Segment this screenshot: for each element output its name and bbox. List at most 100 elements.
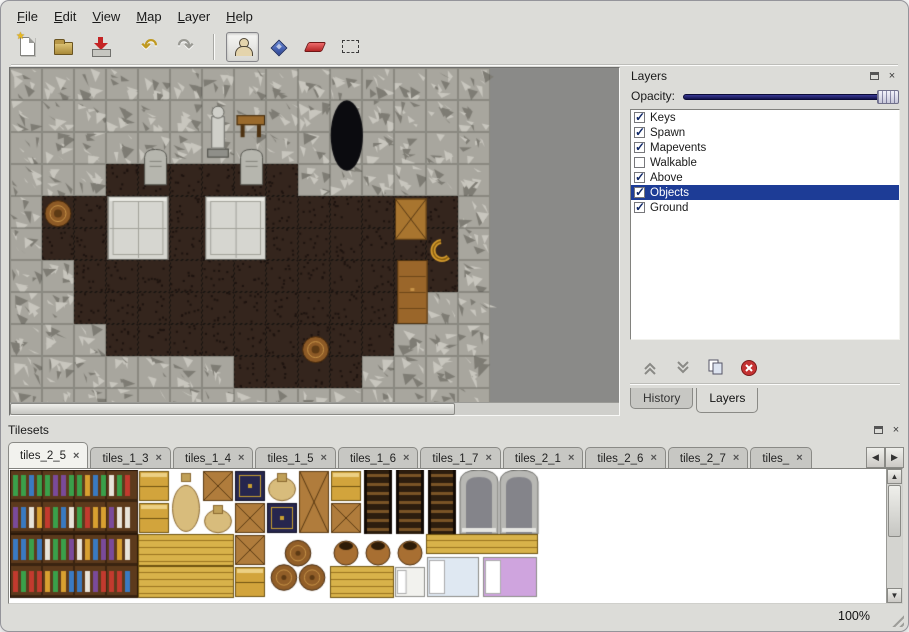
menu-item[interactable]: Edit: [46, 7, 84, 26]
tileset-tab-label: tiles_2_7: [680, 453, 726, 465]
fill-tool-icon: [270, 39, 287, 56]
layer-row[interactable]: Mapevents: [631, 140, 899, 155]
tab-close-icon[interactable]: ×: [650, 453, 656, 464]
tab-close-icon[interactable]: ×: [568, 453, 574, 464]
tab-close-icon[interactable]: ×: [485, 453, 491, 464]
tab-close-icon[interactable]: ×: [403, 453, 409, 464]
redo-icon: ↷: [178, 37, 194, 56]
scroll-down-button[interactable]: ▼: [887, 588, 902, 603]
tileset-tab[interactable]: tiles_1_7 ×: [420, 447, 500, 469]
layer-label: Above: [650, 172, 683, 184]
layer-row[interactable]: Above: [631, 170, 899, 185]
new-file-button[interactable]: [11, 32, 44, 62]
eraser-tool-button[interactable]: [298, 32, 331, 62]
select-tool-button[interactable]: [334, 32, 367, 62]
menu-item[interactable]: Map: [128, 7, 169, 26]
menu-item[interactable]: View: [84, 7, 128, 26]
tileset-tab[interactable]: tiles_1_6 ×: [338, 447, 418, 469]
tileset-tab[interactable]: tiles_1_4 ×: [173, 447, 253, 469]
tileset-tab[interactable]: tiles_ ×: [750, 447, 811, 469]
layer-label: Ground: [650, 202, 688, 214]
menu-item[interactable]: Layer: [170, 7, 219, 26]
menu-item[interactable]: Help: [218, 7, 261, 26]
tileset-tab[interactable]: tiles_2_5 ×: [8, 442, 88, 469]
layers-panel-tabs: History Layers: [630, 388, 761, 414]
scroll-tabs-right-button[interactable]: ▶: [885, 447, 904, 468]
tileset-tab-label: tiles_1_6: [350, 453, 396, 465]
layer-label: Keys: [650, 112, 676, 124]
layer-row[interactable]: Spawn: [631, 125, 899, 140]
opacity-slider[interactable]: [683, 89, 899, 104]
tileset-tab-label: tiles_1_7: [432, 453, 478, 465]
tab-close-icon[interactable]: ×: [733, 453, 739, 464]
tileset-tab-scroll: ◀ ▶: [866, 447, 904, 468]
tileset-vscrollbar-thumb[interactable]: [888, 485, 901, 537]
move-layer-down-button[interactable]: [671, 356, 695, 380]
save-button[interactable]: [83, 32, 116, 62]
tab-close-icon[interactable]: ×: [321, 453, 327, 464]
toolbar-separator: [213, 34, 215, 60]
layer-label: Mapevents: [650, 142, 706, 154]
layer-visibility-checkbox[interactable]: [634, 202, 645, 213]
opacity-label: Opacity:: [631, 89, 675, 103]
layer-visibility-checkbox[interactable]: [634, 157, 645, 168]
map-hscrollbar[interactable]: [10, 402, 619, 415]
layer-visibility-checkbox[interactable]: [634, 172, 645, 183]
right-arrow-icon: ▶: [891, 452, 898, 463]
tileset-tab-label: tiles_: [762, 453, 789, 465]
tileset-tabbar: tiles_2_5 × tiles_1_3 × tiles_1_4 × tile…: [8, 442, 864, 469]
map-canvas[interactable]: [10, 68, 619, 402]
layer-visibility-checkbox[interactable]: [634, 112, 645, 123]
layer-row[interactable]: Walkable: [631, 155, 899, 170]
tilesets-panel: Tilesets × tiles_2_5 × tiles_1_3 × tiles…: [5, 421, 906, 607]
tileset-canvas[interactable]: [10, 470, 880, 602]
tileset-tab[interactable]: tiles_2_6 ×: [585, 447, 665, 469]
tileset-tab[interactable]: tiles_1_3 ×: [90, 447, 170, 469]
layer-visibility-checkbox[interactable]: [634, 127, 645, 138]
panel-tab[interactable]: History: [630, 388, 693, 409]
move-layer-up-button[interactable]: [638, 356, 662, 380]
scroll-tabs-left-button[interactable]: ◀: [866, 447, 885, 468]
window-resize-grip[interactable]: [889, 612, 904, 627]
tab-close-icon[interactable]: ×: [73, 451, 79, 462]
menu-item[interactable]: File: [9, 7, 46, 26]
layer-row[interactable]: Ground: [631, 200, 899, 215]
redo-button[interactable]: ↷: [169, 32, 202, 62]
undo-button[interactable]: ↶: [133, 32, 166, 62]
tileset-tab[interactable]: tiles_1_5 ×: [255, 447, 335, 469]
fill-tool-button[interactable]: [262, 32, 295, 62]
tileset-tab[interactable]: tiles_2_1 ×: [503, 447, 583, 469]
move-down-icon: [674, 360, 692, 376]
tilesets-panel-header: Tilesets ×: [5, 421, 906, 439]
tileset-vscrollbar[interactable]: ▲ ▼: [886, 469, 902, 603]
duplicate-layer-button[interactable]: [704, 356, 728, 380]
float-panel-icon[interactable]: [871, 424, 885, 437]
tab-close-icon[interactable]: ×: [238, 453, 244, 464]
layer-toolbar: [630, 352, 900, 384]
tileset-tab[interactable]: tiles_2_7 ×: [668, 447, 748, 469]
delete-layer-button[interactable]: [737, 356, 761, 380]
menu-bar: File Edit View Map Layer Help: [9, 5, 261, 27]
map-hscrollbar-thumb[interactable]: [10, 403, 455, 415]
duplicate-layer-icon: [707, 359, 725, 376]
panel-tab[interactable]: Layers: [696, 388, 758, 413]
layer-visibility-checkbox[interactable]: [634, 187, 645, 198]
open-button[interactable]: [47, 32, 80, 62]
zoom-level: 100%: [838, 609, 870, 623]
layer-row[interactable]: Objects: [631, 185, 899, 200]
map-view[interactable]: [9, 67, 620, 416]
layer-row[interactable]: Keys: [631, 110, 899, 125]
tab-close-icon[interactable]: ×: [796, 453, 802, 464]
undo-icon: ↶: [142, 37, 158, 56]
tab-close-icon[interactable]: ×: [156, 453, 162, 464]
scroll-up-button[interactable]: ▲: [887, 469, 902, 484]
layers-panel: Layers × Opacity: Keys Spawn: [628, 67, 902, 416]
close-panel-icon[interactable]: ×: [885, 70, 899, 83]
close-panel-icon[interactable]: ×: [889, 424, 903, 437]
open-folder-icon: [54, 42, 73, 55]
opacity-slider-grip[interactable]: [877, 90, 899, 104]
stamp-tool-button[interactable]: [226, 32, 259, 62]
layer-visibility-checkbox[interactable]: [634, 142, 645, 153]
tileset-content[interactable]: ▲ ▼: [8, 468, 903, 604]
float-panel-icon[interactable]: [867, 70, 881, 83]
